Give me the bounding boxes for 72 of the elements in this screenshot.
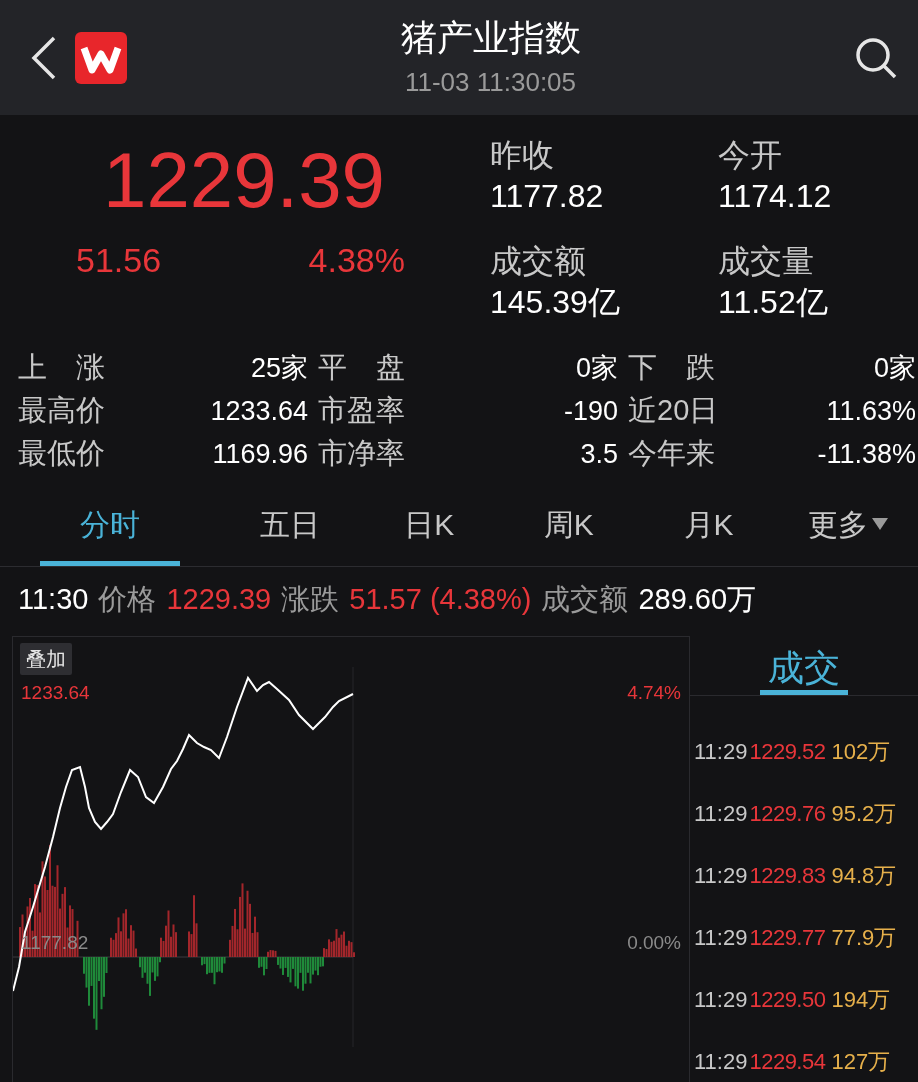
info-price: 1229.39 [166, 582, 272, 618]
chart-tab[interactable]: 分时 [40, 487, 180, 566]
stat-label: 市盈率 [318, 393, 405, 428]
stat-value: 25家 [250, 351, 308, 385]
trade-time: 11:29 [694, 799, 748, 828]
summary-value: 1174.12 [718, 177, 833, 216]
trade-time: 11:29 [694, 985, 748, 1014]
trade-price: 1229.76 [749, 799, 826, 828]
summary-value: 11.52亿 [718, 282, 829, 322]
stat-label: 下 跌 [628, 350, 715, 385]
trade-price: 1229.54 [749, 1047, 826, 1076]
trade-price: 1229.52 [749, 737, 826, 766]
back-icon[interactable] [30, 35, 58, 80]
current-price: 1229.39 [103, 135, 386, 225]
trade-price: 1229.77 [749, 923, 826, 952]
stat-label: 近20日 [628, 393, 719, 428]
base-percent-label: 0.00% [627, 931, 681, 955]
stat-value: 1169.96 [212, 437, 308, 471]
more-dropdown[interactable]: 更多 [778, 487, 918, 566]
trade-volume: 102万 [831, 737, 891, 766]
stat-value: -11.38% [817, 437, 916, 471]
stat-label: 平 盘 [318, 350, 405, 385]
chart-tab[interactable]: 日K [359, 487, 499, 566]
chart-tab[interactable]: 月K [638, 487, 779, 566]
stat-value: 3.5 [580, 437, 618, 471]
trade-volume: 77.9万 [831, 923, 897, 952]
stat-label: 今年来 [628, 436, 715, 471]
summary-value: 145.39亿 [490, 282, 621, 322]
high-price-label: 1233.64 [21, 681, 90, 705]
chart-tab[interactable]: 五日 [219, 487, 360, 566]
stat-value: 1233.64 [210, 394, 308, 428]
trade-time: 11:29 [694, 1047, 748, 1076]
info-label: 价格 [98, 582, 157, 618]
summary-value: 1177.82 [490, 177, 605, 216]
search-icon[interactable] [854, 35, 898, 80]
trades-tab[interactable]: 成交 [760, 646, 848, 695]
update-time: 11-03 11:30:05 [404, 65, 577, 99]
stat-value: -190 [563, 394, 618, 428]
overlay-button[interactable]: 叠加 [20, 643, 72, 675]
info-label: 成交额 [541, 582, 629, 618]
summary-label: 今开 [718, 136, 783, 175]
price-change: 51.56 [76, 240, 162, 281]
trade-price: 1229.50 [749, 985, 826, 1014]
stat-label: 最高价 [18, 393, 105, 428]
stat-label: 最低价 [18, 436, 105, 471]
page-title: 猪产业指数 [400, 15, 581, 60]
stat-label: 市净率 [318, 436, 405, 471]
trade-volume: 94.8万 [831, 861, 897, 890]
stat-value: 11.63% [826, 394, 916, 428]
summary-label: 成交额 [490, 241, 587, 281]
base-price-label: 1177.82 [21, 931, 89, 955]
trade-time: 11:29 [694, 861, 748, 890]
chart-tab[interactable]: 周K [499, 487, 639, 566]
stat-label: 上 涨 [18, 350, 105, 385]
app-logo-icon [75, 31, 127, 84]
stat-value: 0家 [873, 351, 916, 385]
info-time: 11:30 [18, 582, 89, 618]
caret-icon [872, 518, 889, 530]
summary-label: 成交量 [718, 241, 815, 281]
high-percent-label: 4.74% [627, 681, 681, 705]
info-amount: 289.60万 [638, 582, 757, 618]
stat-value: 0家 [575, 351, 618, 385]
trade-time: 11:29 [694, 737, 748, 766]
trade-volume: 194万 [831, 985, 891, 1014]
trade-time: 11:29 [694, 923, 748, 952]
trade-price: 1229.83 [749, 861, 826, 890]
info-change: 51.57 (4.38%) [349, 582, 532, 618]
summary-label: 昨收 [490, 136, 555, 175]
trade-volume: 95.2万 [831, 799, 897, 828]
change-percent: 4.38% [308, 240, 405, 281]
info-label: 涨跌 [281, 582, 340, 618]
trade-volume: 127万 [831, 1047, 891, 1076]
